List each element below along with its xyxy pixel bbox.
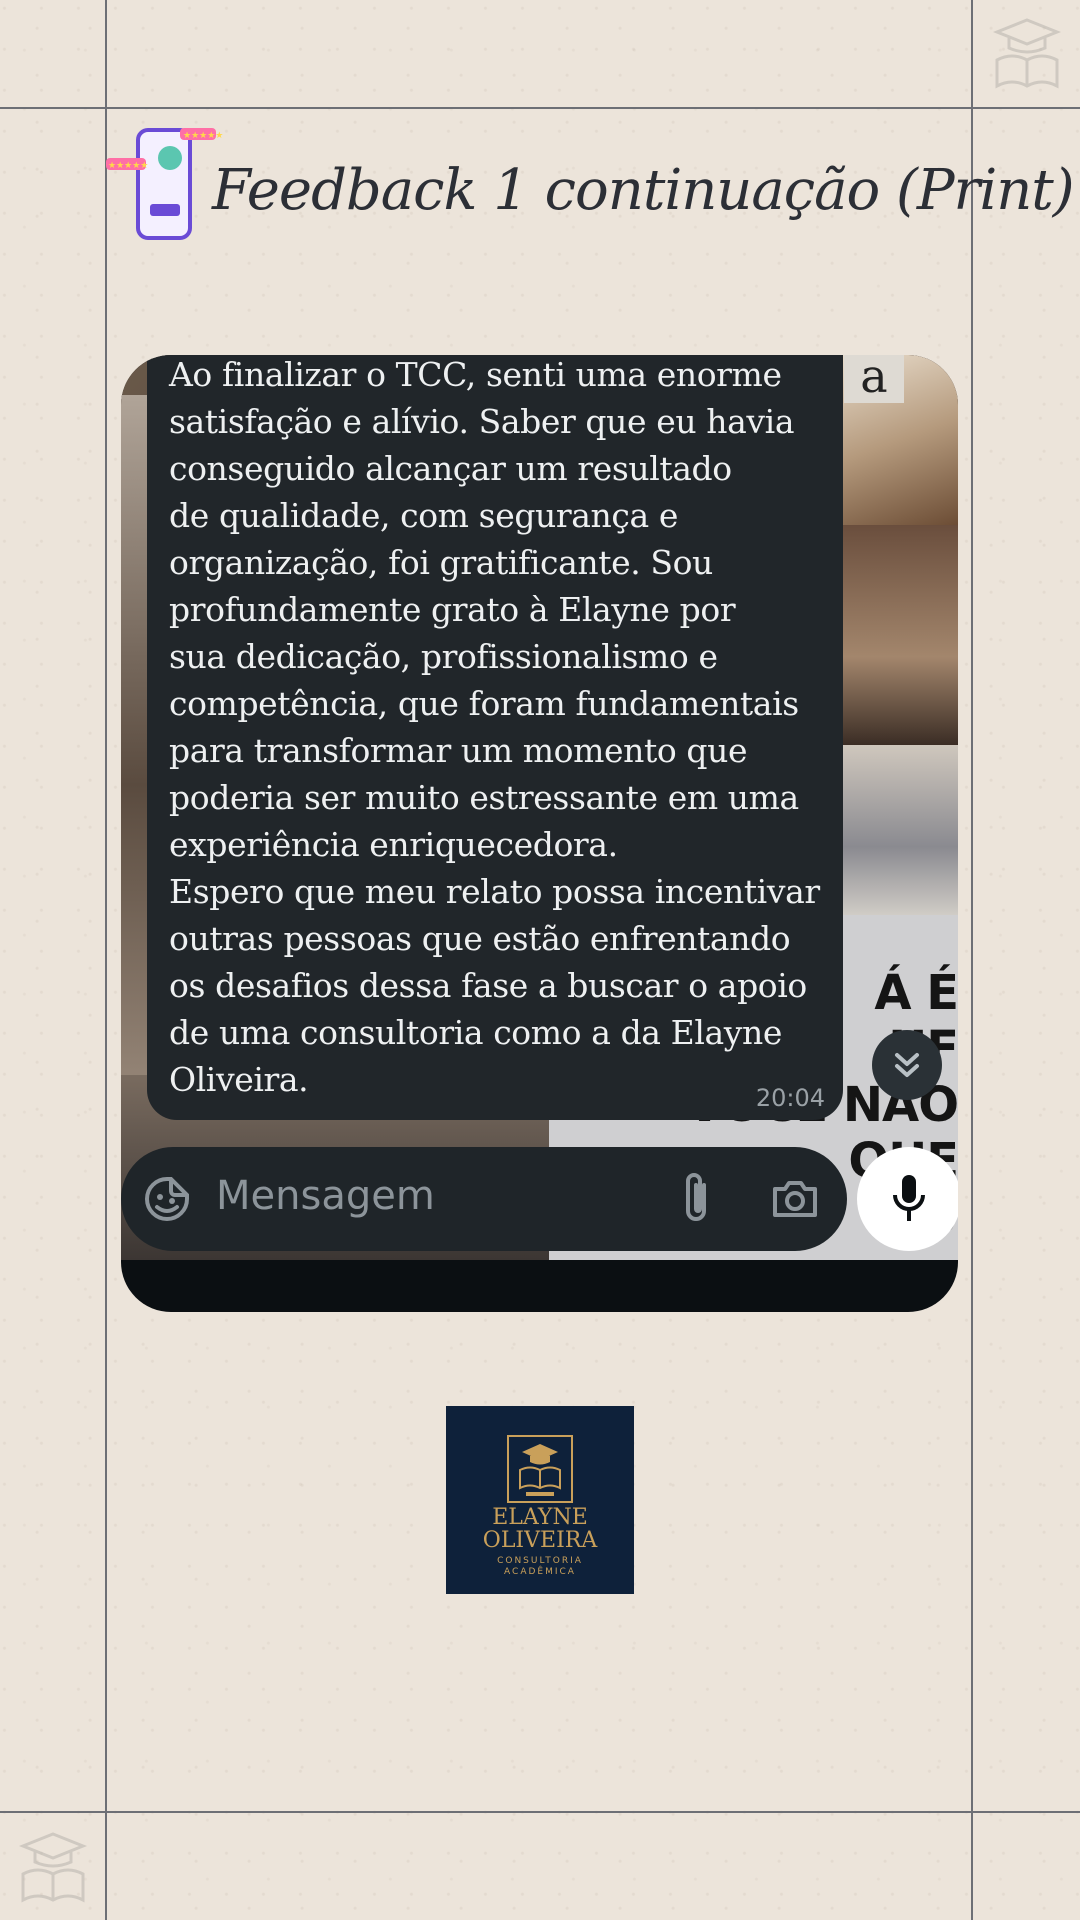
scroll-down-button[interactable] <box>872 1030 942 1100</box>
microphone-icon <box>893 1175 925 1221</box>
horizontal-rule-top <box>0 107 1080 109</box>
logo-name: ELAYNE OLIVEIRA <box>482 1505 598 1553</box>
message-bubble[interactable]: Ao finalizar o TCC, senti uma enorme sat… <box>147 355 843 1120</box>
vertical-rule-left <box>105 0 107 1920</box>
graduation-book-icon <box>974 0 1080 106</box>
page-title: Feedback 1 continuação (Print) <box>212 158 1075 223</box>
graduation-book-icon <box>0 1814 106 1920</box>
chat-screenshot: Á É UF VOCÊ NÃO QUE O U a Ao finalizar o… <box>121 355 958 1312</box>
message-timestamp: 20:04 <box>755 1084 825 1112</box>
message-input-bar[interactable]: Mensagem <box>121 1147 847 1251</box>
svg-text:★★★★★: ★★★★★ <box>108 161 148 171</box>
wallpaper-letter: a <box>844 355 904 403</box>
double-chevron-down-icon <box>895 1053 919 1077</box>
phone-feedback-icon: ★★★★★ ★★★★★ <box>104 124 224 248</box>
svg-text:★★★★★: ★★★★★ <box>183 131 223 141</box>
vertical-rule-right <box>971 0 973 1920</box>
graduation-book-icon <box>506 1434 574 1504</box>
message-text: Ao finalizar o TCC, senti uma enorme sat… <box>169 355 820 1099</box>
brand-logo: ELAYNE OLIVEIRA CONSULTORIA ACADÊMICA <box>446 1406 634 1594</box>
logo-subtitle: CONSULTORIA ACADÊMICA <box>497 1556 583 1577</box>
paperclip-icon[interactable] <box>674 1171 718 1227</box>
message-input[interactable]: Mensagem <box>216 1173 435 1219</box>
microphone-button[interactable] <box>857 1147 958 1251</box>
horizontal-rule-bottom <box>0 1811 1080 1813</box>
camera-icon[interactable] <box>771 1175 819 1221</box>
sticker-icon[interactable] <box>143 1175 191 1223</box>
page-header: ★★★★★ ★★★★★ Feedback 1 continuação (Prin… <box>104 124 1075 254</box>
